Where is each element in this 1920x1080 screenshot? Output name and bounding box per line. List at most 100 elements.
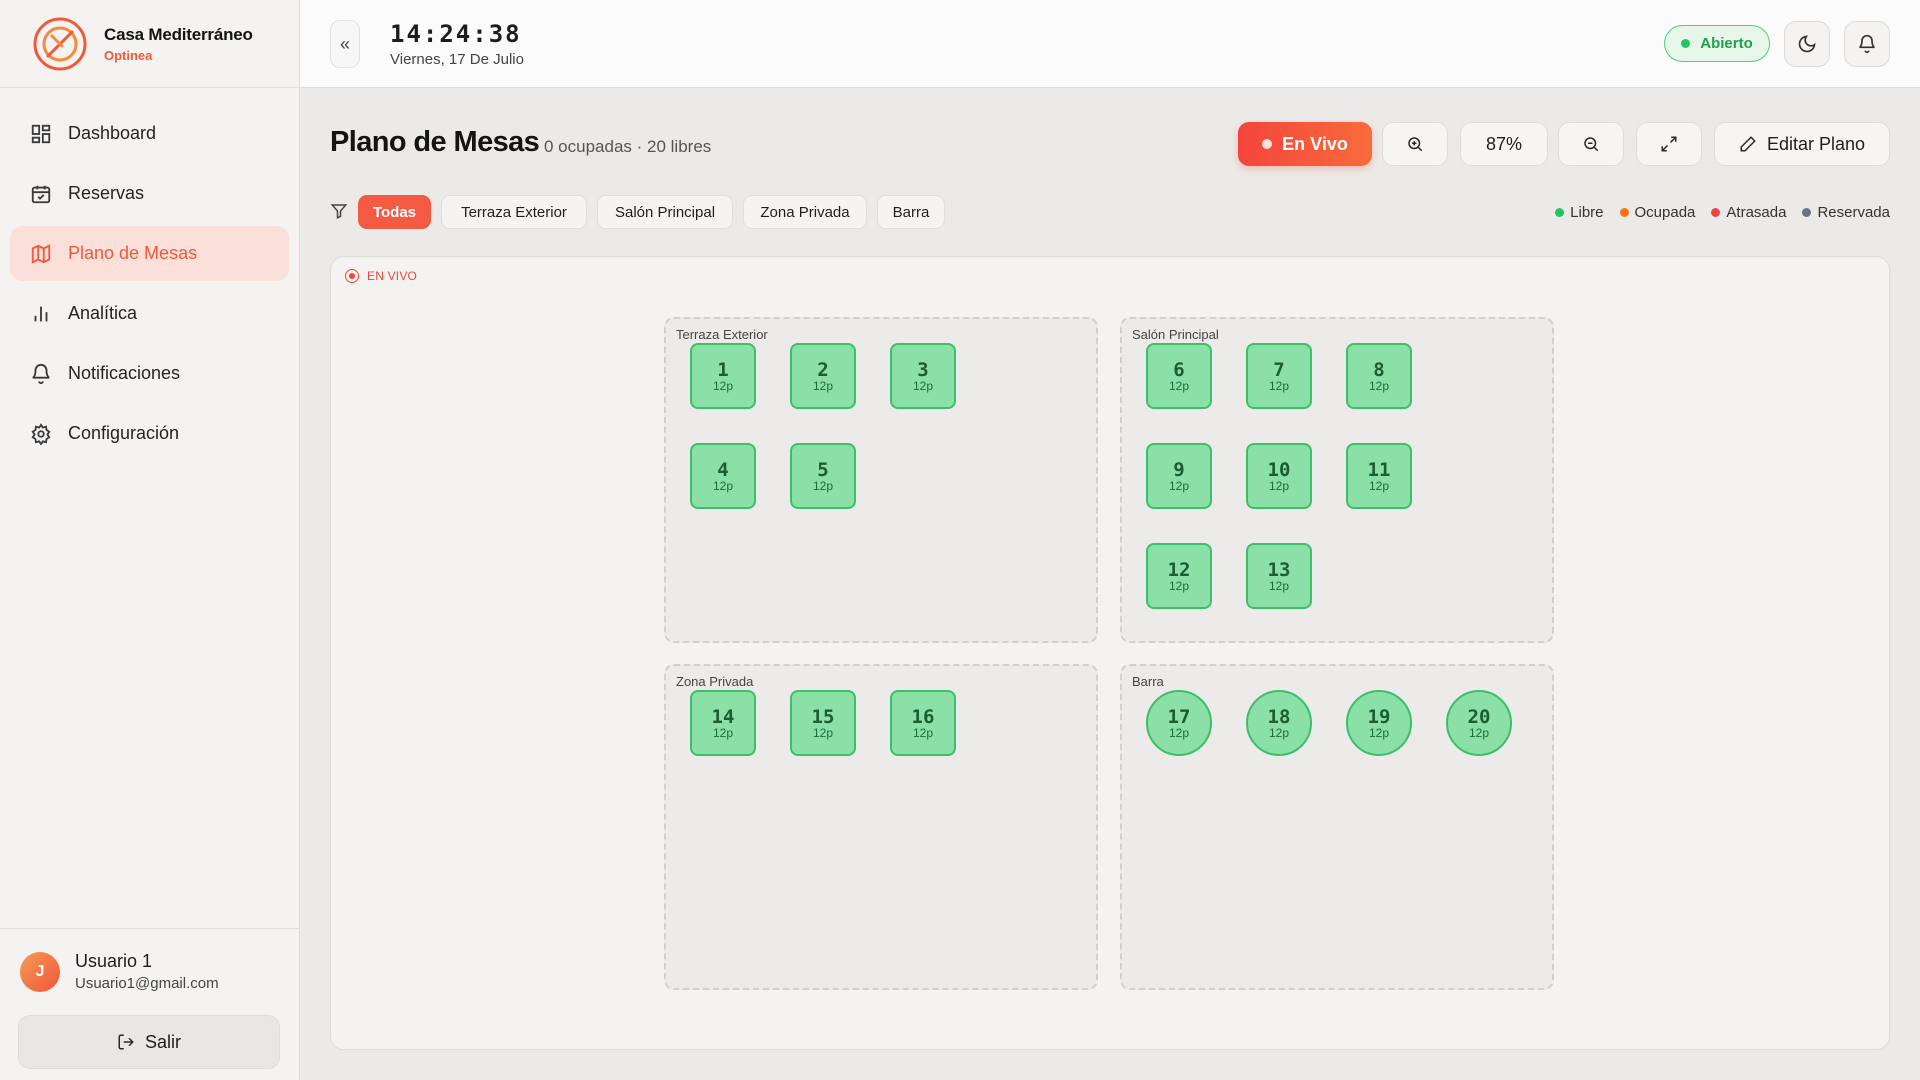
table-capacity: 12p (712, 478, 734, 493)
sidebar-item-configuracion[interactable]: Configuración (10, 406, 289, 461)
page-title: Plano de Mesas (330, 126, 540, 158)
table-19[interactable]: 19 12p (1346, 690, 1412, 756)
zoom-in-icon (1408, 137, 1423, 152)
table-capacity: 12p (812, 378, 834, 393)
filter-chip-zona-privada[interactable]: Zona Privada (743, 195, 867, 229)
live-dot (1262, 139, 1273, 149)
table-number: 17 (1167, 705, 1191, 728)
table-capacity: 12p (1268, 478, 1290, 493)
table-capacity: 12p (812, 478, 834, 493)
legend-item-atrasada: Atrasada (1711, 204, 1786, 221)
map-icon (31, 243, 51, 264)
notifications-button[interactable] (1844, 21, 1890, 67)
avatar[interactable]: J (20, 951, 60, 992)
legend-label: Atrasada (1726, 204, 1787, 221)
table-capacity: 12p (1168, 578, 1190, 593)
table-4[interactable]: 4 12p (690, 443, 756, 509)
table-9[interactable]: 9 12p (1146, 443, 1212, 509)
table-11[interactable]: 11 12p (1346, 443, 1412, 509)
legend-label: Libre (1570, 204, 1604, 221)
live-badge: EN VIVO (345, 269, 417, 283)
legend-dot (1802, 208, 1812, 217)
table-number: 7 (1273, 358, 1285, 381)
legend-item-reservada: Reservada (1802, 204, 1890, 221)
table-20[interactable]: 20 12p (1446, 690, 1512, 756)
logout-button[interactable]: Salir (18, 1015, 280, 1069)
table-number: 2 (817, 358, 829, 381)
filter-chip-todas[interactable]: Todas (358, 195, 431, 229)
sidebar-item-plano-de-mesas[interactable]: Plano de Mesas (10, 226, 289, 281)
table-number: 5 (817, 458, 829, 481)
table-capacity: 12p (1468, 725, 1490, 740)
table-number: 10 (1267, 458, 1291, 481)
table-5[interactable]: 5 12p (790, 443, 856, 509)
table-capacity: 12p (1268, 725, 1290, 740)
table-10[interactable]: 10 12p (1246, 443, 1312, 509)
floor-plan-canvas[interactable]: EN VIVO Terraza Exterior 1 12p 2 12p 3 12p 4 12p… (330, 256, 1890, 1050)
pencil-icon (1740, 136, 1756, 152)
theme-toggle-button[interactable] (1784, 21, 1830, 67)
table-number: 11 (1367, 458, 1391, 481)
table-number: 15 (811, 705, 835, 728)
zone-barra: Barra 17 12p 18 12p 19 12p 20 12p (1120, 664, 1554, 990)
table-3[interactable]: 3 12p (890, 343, 956, 409)
sidebar-item-dashboard[interactable]: Dashboard (10, 106, 289, 161)
table-7[interactable]: 7 12p (1246, 343, 1312, 409)
sidebar-item-label: Plano de Mesas (68, 243, 198, 263)
legend-item-ocupada: Ocupada (1619, 204, 1695, 221)
calendar-icon (31, 185, 51, 203)
table-14[interactable]: 14 12p (690, 690, 756, 756)
zone-label: Zona Privada (676, 674, 754, 689)
sidebar-item-label: Analítica (68, 303, 138, 323)
sidebar-item-notificaciones[interactable]: Notificaciones (10, 346, 289, 401)
table-number: 9 (1173, 458, 1185, 481)
table-12[interactable]: 12 12p (1146, 543, 1212, 609)
collapse-sidebar-button[interactable]: « (330, 20, 360, 68)
table-6[interactable]: 6 12p (1146, 343, 1212, 409)
bar-chart-icon (34, 306, 48, 321)
table-2[interactable]: 2 12p (790, 343, 856, 409)
table-1[interactable]: 1 12p (690, 343, 756, 409)
table-number: 6 (1173, 358, 1185, 381)
zone-zona-privada: Zona Privada 14 12p 15 12p 16 12p (664, 664, 1098, 990)
brand-logo-icon (33, 17, 87, 70)
sidebar-item-reservas[interactable]: Reservas (10, 166, 289, 221)
legend-dot (1711, 208, 1721, 217)
fullscreen-button[interactable] (1636, 122, 1702, 166)
table-16[interactable]: 16 12p (890, 690, 956, 756)
brand: Casa Mediterráneo Optinea (0, 0, 299, 88)
topbar: « 14:24:38 Viernes, 17 De Julio Abierto (300, 0, 1920, 88)
table-17[interactable]: 17 12p (1146, 690, 1212, 756)
table-number: 4 (717, 458, 729, 481)
filter-chip-terraza-exterior[interactable]: Terraza Exterior (441, 195, 587, 229)
table-number: 13 (1267, 558, 1291, 581)
table-number: 3 (917, 358, 929, 381)
table-number: 16 (911, 705, 935, 728)
logout-label: Salir (144, 1031, 181, 1052)
table-capacity: 12p (1368, 725, 1390, 740)
zone-terraza-exterior: Terraza Exterior 1 12p 2 12p 3 12p 4 12p 5 12p (664, 317, 1098, 643)
sidebar: Casa Mediterráneo Optinea Dashboard Rese… (0, 0, 300, 1080)
status-dot (1681, 39, 1691, 48)
sidebar-item-label: Configuración (68, 423, 180, 443)
user-name: Usuario 1 (75, 951, 153, 971)
expand-icon (1661, 136, 1677, 152)
table-13[interactable]: 13 12p (1246, 543, 1312, 609)
zoom-out-button[interactable] (1558, 122, 1624, 166)
table-capacity: 12p (1168, 378, 1190, 393)
table-18[interactable]: 18 12p (1246, 690, 1312, 756)
sidebar-item-analitica[interactable]: Analítica (10, 286, 289, 341)
table-number: 20 (1467, 705, 1491, 728)
edit-plan-button[interactable]: Editar Plano (1714, 122, 1890, 166)
table-8[interactable]: 8 12p (1346, 343, 1412, 409)
clock-date: Viernes, 17 De Julio (390, 51, 524, 68)
zoom-in-button[interactable] (1382, 122, 1448, 166)
live-mode-button[interactable]: En Vivo (1238, 122, 1372, 166)
grid-icon (31, 124, 51, 143)
filter-chip-salon-principal[interactable]: Salón Principal (597, 195, 733, 229)
bell-icon (1859, 34, 1875, 54)
record-icon (345, 269, 359, 283)
table-15[interactable]: 15 12p (790, 690, 856, 756)
table-capacity: 12p (712, 725, 734, 740)
filter-chip-barra[interactable]: Barra (877, 195, 945, 229)
